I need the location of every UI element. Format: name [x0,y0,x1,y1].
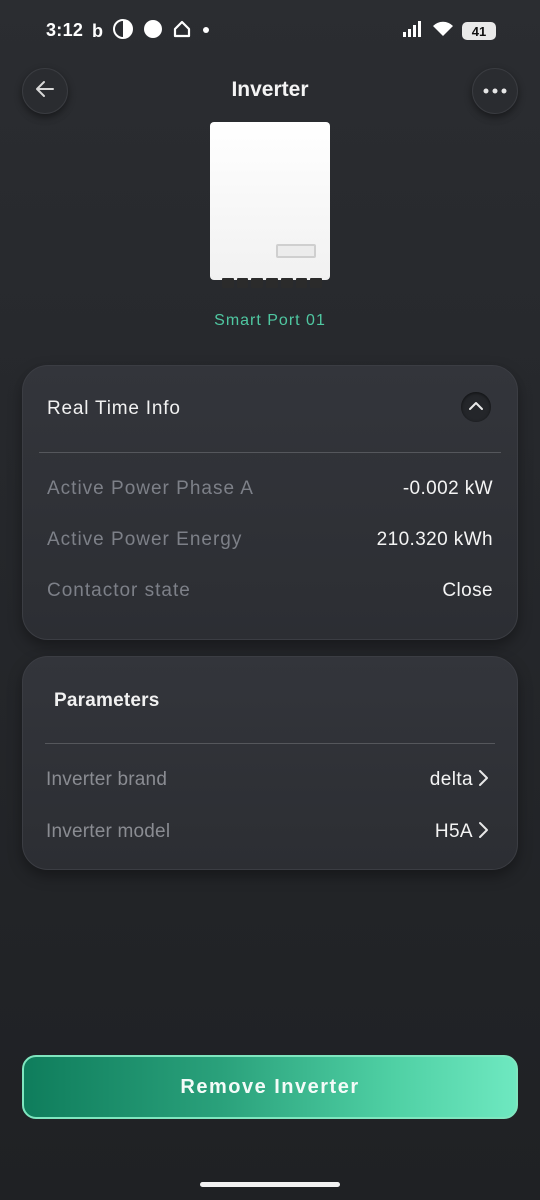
info-row-active-power-phase-a: Active Power Phase A -0.002 kW [47,474,493,504]
param-value: delta [429,769,473,790]
b-app-icon: b [92,20,103,41]
device-name: Smart Port 01 [214,312,326,329]
ellipsis-icon [482,82,508,100]
status-notification-icons: b [92,18,211,44]
dot-icon [201,22,211,40]
chevron-right-icon [477,820,489,845]
status-time: 3:12 [46,20,84,40]
home-indicator[interactable] [200,1182,340,1187]
divider [45,743,495,744]
info-row-active-power-energy: Active Power Energy 210.320 kWh [47,525,493,555]
inverter-device-image [210,122,330,280]
param-row-inverter-brand[interactable]: Inverter brand delta [46,765,489,795]
real-time-info-card: Real Time Info Active Power Phase A -0.0… [22,365,518,640]
info-value: -0.002 kW [402,478,493,499]
param-row-inverter-model[interactable]: Inverter model H5A [46,817,489,847]
info-label: Active Power Phase A [47,478,254,499]
battery-icon: 41 [462,22,496,40]
more-options-button[interactable] [472,68,518,114]
info-label: Active Power Energy [47,529,243,550]
param-value: H5A [434,821,473,842]
wifi-icon [432,21,454,42]
device-display-panel [276,244,316,258]
circle-icon [143,19,163,44]
param-value-wrap: H5A [435,820,489,845]
parameters-title: Parameters [54,690,160,711]
status-bar: 3:12 b 41 [0,0,540,62]
remove-inverter-button[interactable]: Remove Inverter [22,1055,518,1119]
info-row-contactor-state: Contactor state Close [47,576,493,606]
device-connectors [222,278,323,288]
half-circle-icon [113,18,133,44]
chevron-up-icon [468,398,484,416]
home-icon [173,20,191,43]
param-value-wrap: delta [430,768,489,793]
param-label: Inverter model [46,821,171,842]
real-time-info-title: Real Time Info [47,398,181,419]
signal-icon [402,20,424,42]
inverter-screen: 3:12 b 41 Inverter Smart Port 01 Real Ti… [0,0,540,1200]
info-value: Close [442,580,493,601]
chevron-right-icon [477,768,489,793]
page-title: Inverter [231,78,309,101]
status-system-icons: 41 [402,20,496,42]
info-value: 210.320 kWh [376,529,493,550]
info-label: Contactor state [47,580,191,601]
parameters-card: Parameters Inverter brand delta Inverter… [22,656,518,870]
collapse-button[interactable] [461,392,491,422]
divider [39,452,501,453]
param-label: Inverter brand [46,769,168,790]
